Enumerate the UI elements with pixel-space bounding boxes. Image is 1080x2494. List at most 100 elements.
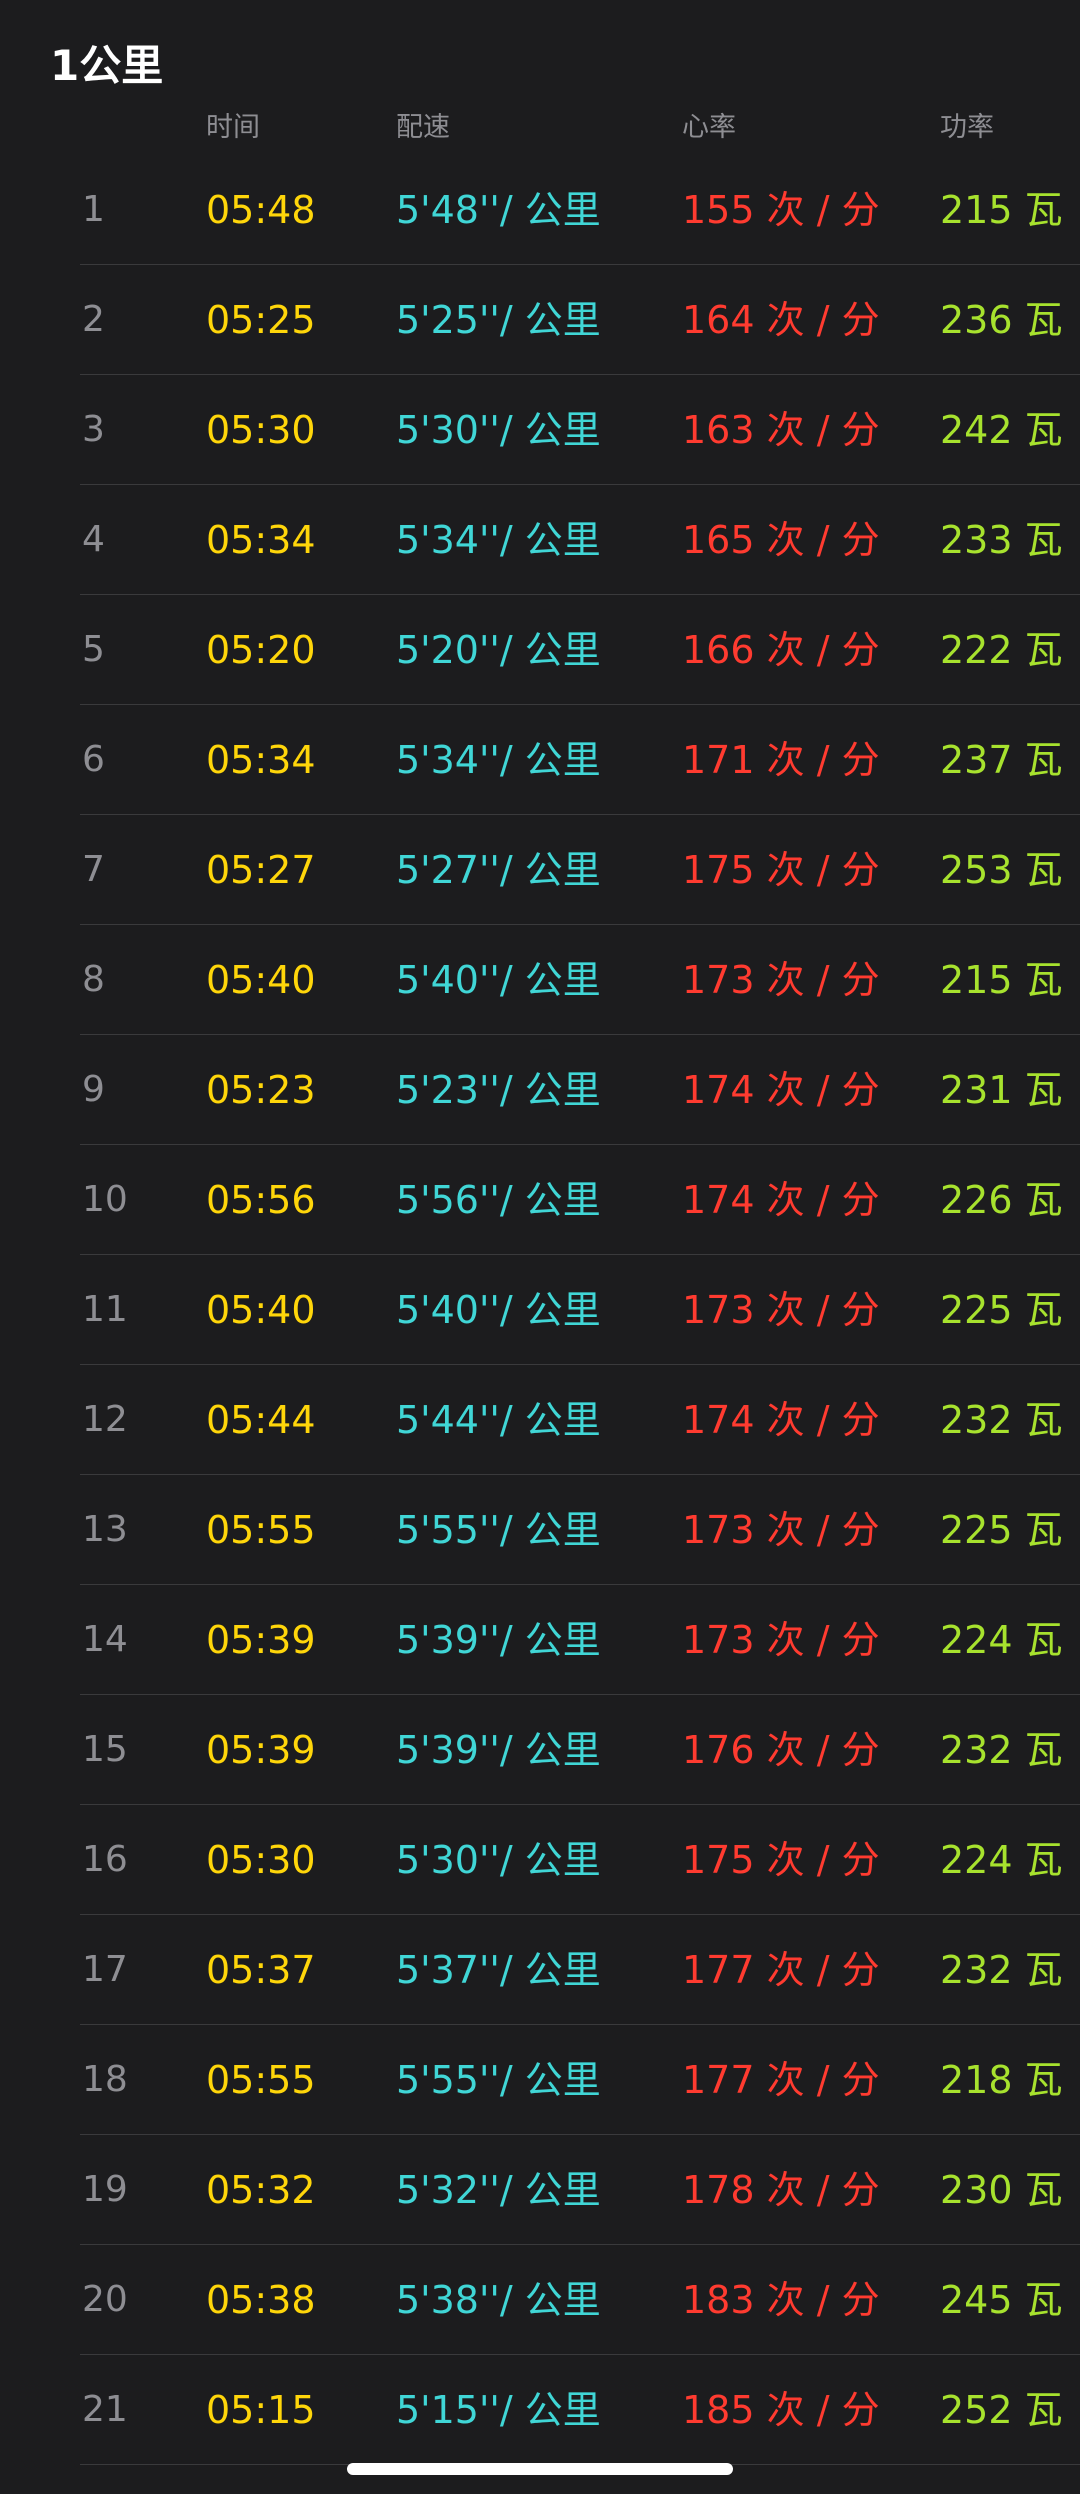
split-power: 232 瓦: [940, 1948, 1063, 1992]
header-power: 功率: [940, 112, 994, 143]
split-pace: 5'55''/ 公里: [396, 2058, 601, 2102]
split-pace: 5'48''/ 公里: [396, 188, 601, 232]
split-power: 225 瓦: [940, 1508, 1063, 1552]
split-power: 233 瓦: [940, 518, 1063, 562]
table-row[interactable]: 16 05:30 5'30''/ 公里 175 次 / 分 224 瓦: [80, 1805, 1080, 1915]
split-heart-rate: 183 次 / 分: [682, 2278, 880, 2322]
table-row[interactable]: 13 05:55 5'55''/ 公里 173 次 / 分 225 瓦: [80, 1475, 1080, 1585]
split-heart-rate: 178 次 / 分: [682, 2168, 880, 2212]
table-row[interactable]: 11 05:40 5'40''/ 公里 173 次 / 分 225 瓦: [80, 1255, 1080, 1365]
table-row[interactable]: 6 05:34 5'34''/ 公里 171 次 / 分 237 瓦: [80, 705, 1080, 815]
split-power: 230 瓦: [940, 2168, 1063, 2212]
split-heart-rate: 173 次 / 分: [682, 1288, 880, 1332]
split-heart-rate: 171 次 / 分: [682, 738, 880, 782]
split-heart-rate: 175 次 / 分: [682, 848, 880, 892]
split-index: 11: [82, 1289, 128, 1330]
split-time: 05:55: [206, 2058, 316, 2102]
split-pace: 5'20''/ 公里: [396, 628, 601, 672]
split-time: 05:40: [206, 958, 316, 1002]
split-pace: 5'40''/ 公里: [396, 958, 601, 1002]
split-pace: 5'39''/ 公里: [396, 1618, 601, 1662]
table-row[interactable]: 3 05:30 5'30''/ 公里 163 次 / 分 242 瓦: [80, 375, 1080, 485]
split-index: 21: [82, 2389, 128, 2430]
split-pace: 5'56''/ 公里: [396, 1178, 601, 1222]
split-time: 05:15: [206, 2388, 316, 2432]
split-power: 245 瓦: [940, 2278, 1063, 2322]
split-pace: 5'39''/ 公里: [396, 1728, 601, 1772]
split-pace: 5'25''/ 公里: [396, 298, 601, 342]
split-time: 05:20: [206, 628, 316, 672]
split-time: 05:27: [206, 848, 316, 892]
table-row[interactable]: 4 05:34 5'34''/ 公里 165 次 / 分 233 瓦: [80, 485, 1080, 595]
split-heart-rate: 175 次 / 分: [682, 1838, 880, 1882]
table-row[interactable]: 18 05:55 5'55''/ 公里 177 次 / 分 218 瓦: [80, 2025, 1080, 2135]
split-power: 232 瓦: [940, 1398, 1063, 1442]
split-time: 05:25: [206, 298, 316, 342]
table-row[interactable]: 1 05:48 5'48''/ 公里 155 次 / 分 215 瓦: [80, 155, 1080, 265]
split-pace: 5'38''/ 公里: [396, 2278, 601, 2322]
split-index: 8: [82, 959, 105, 1000]
split-power: 252 瓦: [940, 2388, 1063, 2432]
split-index: 13: [82, 1509, 128, 1550]
split-time: 05:39: [206, 1728, 316, 1772]
table-row[interactable]: 7 05:27 5'27''/ 公里 175 次 / 分 253 瓦: [80, 815, 1080, 925]
split-time: 05:30: [206, 1838, 316, 1882]
split-heart-rate: 174 次 / 分: [682, 1398, 880, 1442]
split-index: 10: [82, 1179, 128, 1220]
split-power: 218 瓦: [940, 2058, 1063, 2102]
split-power: 224 瓦: [940, 1838, 1063, 1882]
table-row[interactable]: 5 05:20 5'20''/ 公里 166 次 / 分 222 瓦: [80, 595, 1080, 705]
table-row[interactable]: 19 05:32 5'32''/ 公里 178 次 / 分 230 瓦: [80, 2135, 1080, 2245]
split-power: 226 瓦: [940, 1178, 1063, 1222]
split-pace: 5'30''/ 公里: [396, 1838, 601, 1882]
split-index: 18: [82, 2059, 128, 2100]
page-title: 1公里: [50, 41, 164, 90]
split-heart-rate: 173 次 / 分: [682, 1508, 880, 1552]
split-power: 225 瓦: [940, 1288, 1063, 1332]
split-time: 05:23: [206, 1068, 316, 1112]
splits-table[interactable]: 1 05:48 5'48''/ 公里 155 次 / 分 215 瓦 2 05:25 5'25…: [80, 155, 1080, 2465]
split-time: 05:39: [206, 1618, 316, 1662]
split-heart-rate: 173 次 / 分: [682, 958, 880, 1002]
table-row[interactable]: 2 05:25 5'25''/ 公里 164 次 / 分 236 瓦: [80, 265, 1080, 375]
split-heart-rate: 174 次 / 分: [682, 1178, 880, 1222]
split-time: 05:30: [206, 408, 316, 452]
split-pace: 5'55''/ 公里: [396, 1508, 601, 1552]
split-time: 05:34: [206, 518, 316, 562]
split-heart-rate: 165 次 / 分: [682, 518, 880, 562]
table-row[interactable]: 21 05:15 5'15''/ 公里 185 次 / 分 252 瓦: [80, 2355, 1080, 2465]
split-time: 05:34: [206, 738, 316, 782]
split-index: 12: [82, 1399, 128, 1440]
table-row[interactable]: 15 05:39 5'39''/ 公里 176 次 / 分 232 瓦: [80, 1695, 1080, 1805]
split-power: 215 瓦: [940, 958, 1063, 1002]
split-time: 05:48: [206, 188, 316, 232]
table-row[interactable]: 20 05:38 5'38''/ 公里 183 次 / 分 245 瓦: [80, 2245, 1080, 2355]
split-time: 05:37: [206, 1948, 316, 1992]
split-heart-rate: 177 次 / 分: [682, 1948, 880, 1992]
split-heart-rate: 155 次 / 分: [682, 188, 880, 232]
home-indicator[interactable]: [347, 2463, 733, 2475]
table-row[interactable]: 10 05:56 5'56''/ 公里 174 次 / 分 226 瓦: [80, 1145, 1080, 1255]
split-index: 7: [82, 849, 105, 890]
table-row[interactable]: 14 05:39 5'39''/ 公里 173 次 / 分 224 瓦: [80, 1585, 1080, 1695]
table-row[interactable]: 9 05:23 5'23''/ 公里 174 次 / 分 231 瓦: [80, 1035, 1080, 1145]
split-pace: 5'27''/ 公里: [396, 848, 601, 892]
split-index: 9: [82, 1069, 105, 1110]
split-time: 05:56: [206, 1178, 316, 1222]
split-heart-rate: 177 次 / 分: [682, 2058, 880, 2102]
split-power: 253 瓦: [940, 848, 1063, 892]
split-heart-rate: 176 次 / 分: [682, 1728, 880, 1772]
split-heart-rate: 173 次 / 分: [682, 1618, 880, 1662]
split-index: 16: [82, 1839, 128, 1880]
split-pace: 5'23''/ 公里: [396, 1068, 601, 1112]
table-row[interactable]: 17 05:37 5'37''/ 公里 177 次 / 分 232 瓦: [80, 1915, 1080, 2025]
split-index: 14: [82, 1619, 128, 1660]
split-index: 1: [82, 189, 105, 230]
split-time: 05:38: [206, 2278, 316, 2322]
table-row[interactable]: 12 05:44 5'44''/ 公里 174 次 / 分 232 瓦: [80, 1365, 1080, 1475]
table-row[interactable]: 8 05:40 5'40''/ 公里 173 次 / 分 215 瓦: [80, 925, 1080, 1035]
table-header: 时间 配速 心率 功率: [80, 108, 1080, 148]
header-heart-rate: 心率: [682, 112, 736, 143]
split-index: 19: [82, 2169, 128, 2210]
split-power: 215 瓦: [940, 188, 1063, 232]
